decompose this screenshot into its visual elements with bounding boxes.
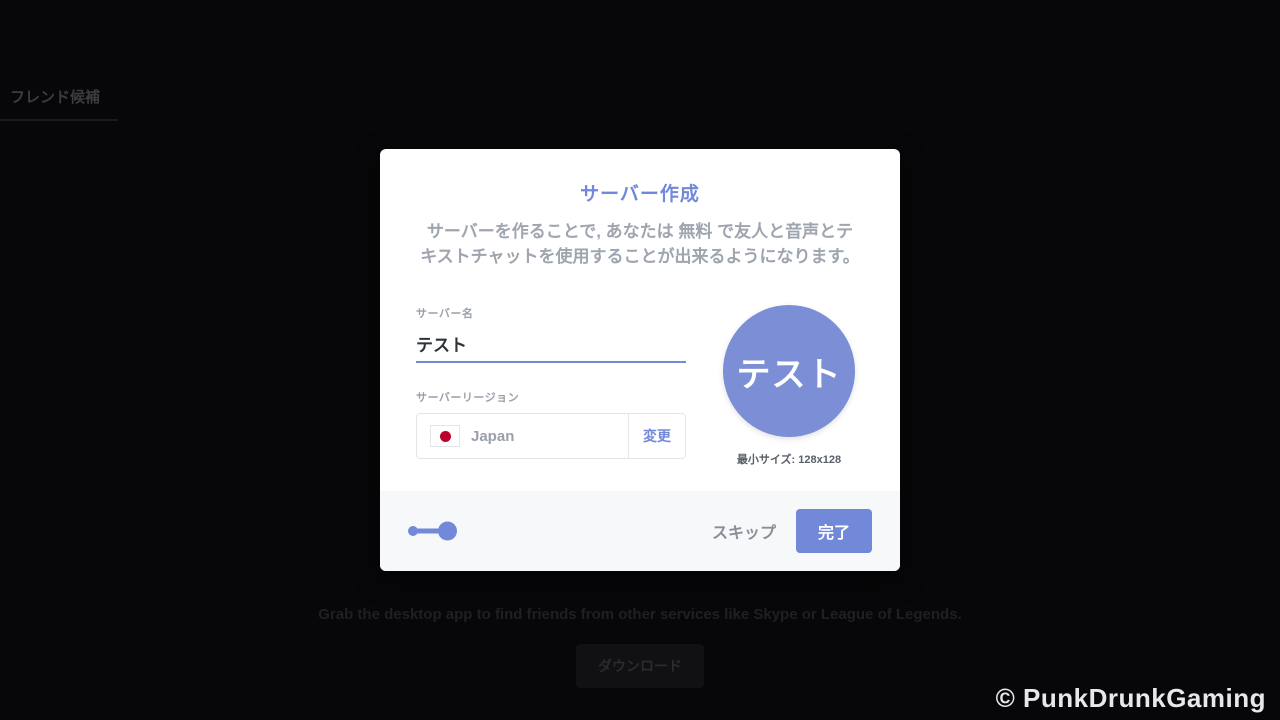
region-display: Japan	[417, 414, 628, 458]
server-name-input[interactable]	[416, 329, 686, 363]
modal-description: サーバーを作ることで, あなたは 無料 で友人と音声とテキストチャットを使用する…	[416, 220, 864, 297]
server-region-label: サーバーリージョン	[416, 389, 686, 405]
avatar-size-hint: 最小サイズ: 128x128	[737, 451, 841, 467]
step-indicator	[408, 524, 466, 538]
modal-overlay: サーバー作成 サーバーを作ることで, あなたは 無料 で友人と音声とテキストチャ…	[0, 0, 1280, 720]
region-name: Japan	[471, 428, 514, 445]
modal-footer: スキップ 完了	[380, 491, 900, 571]
server-avatar-upload[interactable]: テスト	[723, 305, 855, 437]
done-button[interactable]: 完了	[796, 509, 872, 553]
modal-title: サーバー作成	[416, 179, 864, 206]
create-server-modal: サーバー作成 サーバーを作ることで, あなたは 無料 で友人と音声とテキストチャ…	[380, 149, 900, 571]
skip-button[interactable]: スキップ	[712, 519, 776, 543]
change-region-button[interactable]: 変更	[628, 414, 685, 458]
japan-flag-icon	[431, 426, 459, 446]
server-name-label: サーバー名	[416, 305, 686, 321]
server-region-selector: Japan 変更	[416, 413, 686, 459]
avatar-preview-text: テスト	[737, 347, 842, 396]
